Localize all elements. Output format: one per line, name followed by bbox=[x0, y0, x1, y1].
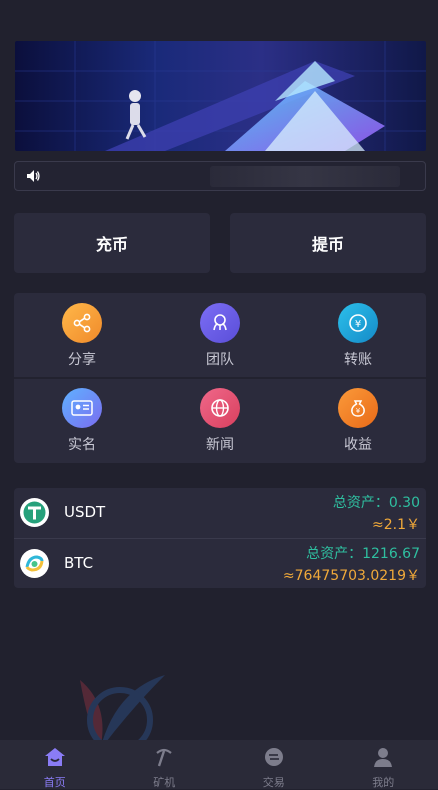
mining-icon bbox=[153, 746, 175, 768]
tab-mining[interactable]: 矿机 bbox=[110, 740, 220, 789]
notice-text-blurred bbox=[210, 166, 400, 187]
asset-cny-value: ≈2.1￥ bbox=[372, 514, 420, 534]
globe-icon bbox=[200, 388, 240, 428]
btc-logo-icon bbox=[20, 549, 49, 578]
tab-mine[interactable]: 我的 bbox=[329, 740, 438, 789]
grid-item-label: 转账 bbox=[298, 349, 418, 369]
bottom-tab-bar: 首页 矿机 交易 我的 bbox=[0, 740, 438, 789]
grid-item-label: 分享 bbox=[22, 349, 142, 369]
asset-cny-value: ≈76475703.0219￥ bbox=[283, 565, 420, 585]
exchange-icon bbox=[263, 746, 285, 768]
tab-label: 首页 bbox=[0, 774, 110, 790]
notice-bar[interactable] bbox=[14, 161, 426, 191]
grid-divider bbox=[14, 377, 426, 379]
usdt-logo-icon bbox=[20, 498, 49, 527]
grid-item-team[interactable]: 团队 bbox=[160, 303, 280, 369]
svg-text:¥: ¥ bbox=[355, 319, 361, 330]
grid-item-label: 团队 bbox=[160, 349, 280, 369]
tab-home[interactable]: 首页 bbox=[0, 740, 110, 789]
money-bag-icon: ¥ bbox=[338, 388, 378, 428]
tab-label: 矿机 bbox=[110, 774, 220, 790]
banner-illustration bbox=[15, 41, 426, 151]
withdraw-button[interactable]: 提币 bbox=[230, 213, 426, 273]
asset-name: BTC bbox=[64, 554, 93, 572]
grid-item-label: 收益 bbox=[298, 434, 418, 454]
grid-item-label: 新闻 bbox=[160, 434, 280, 454]
asset-total: 总资产：0.30 bbox=[333, 492, 420, 512]
id-card-icon bbox=[62, 388, 102, 428]
tab-label: 我的 bbox=[329, 774, 438, 790]
transfer-icon: ¥ bbox=[338, 303, 378, 343]
user-icon bbox=[372, 746, 394, 768]
grid-item-transfer[interactable]: ¥ 转账 bbox=[298, 303, 418, 369]
svg-text:¥: ¥ bbox=[356, 407, 361, 415]
asset-row-usdt[interactable]: USDT 总资产：0.30 ≈2.1￥ bbox=[14, 488, 426, 538]
asset-total: 总资产：1216.67 bbox=[306, 543, 420, 563]
grid-item-news[interactable]: 新闻 bbox=[160, 388, 280, 454]
grid-item-realname[interactable]: 实名 bbox=[22, 388, 142, 454]
asset-row-btc[interactable]: BTC 总资产：1216.67 ≈76475703.0219￥ bbox=[14, 538, 426, 589]
team-icon bbox=[200, 303, 240, 343]
home-icon bbox=[44, 746, 66, 768]
deposit-button[interactable]: 充币 bbox=[14, 213, 210, 273]
asset-name: USDT bbox=[64, 503, 105, 521]
speaker-icon bbox=[25, 168, 41, 184]
grid-item-label: 实名 bbox=[22, 434, 142, 454]
hero-banner[interactable] bbox=[15, 41, 426, 151]
grid-item-share[interactable]: 分享 bbox=[22, 303, 142, 369]
function-grid: 分享 团队 ¥ 转账 bbox=[14, 293, 426, 463]
tab-label: 交易 bbox=[219, 774, 329, 790]
asset-list: USDT 总资产：0.30 ≈2.1￥ BTC 总资产：1216.67 ≈764… bbox=[14, 488, 426, 588]
share-icon bbox=[62, 303, 102, 343]
tab-trade[interactable]: 交易 bbox=[219, 740, 329, 789]
grid-item-earnings[interactable]: ¥ 收益 bbox=[298, 388, 418, 454]
